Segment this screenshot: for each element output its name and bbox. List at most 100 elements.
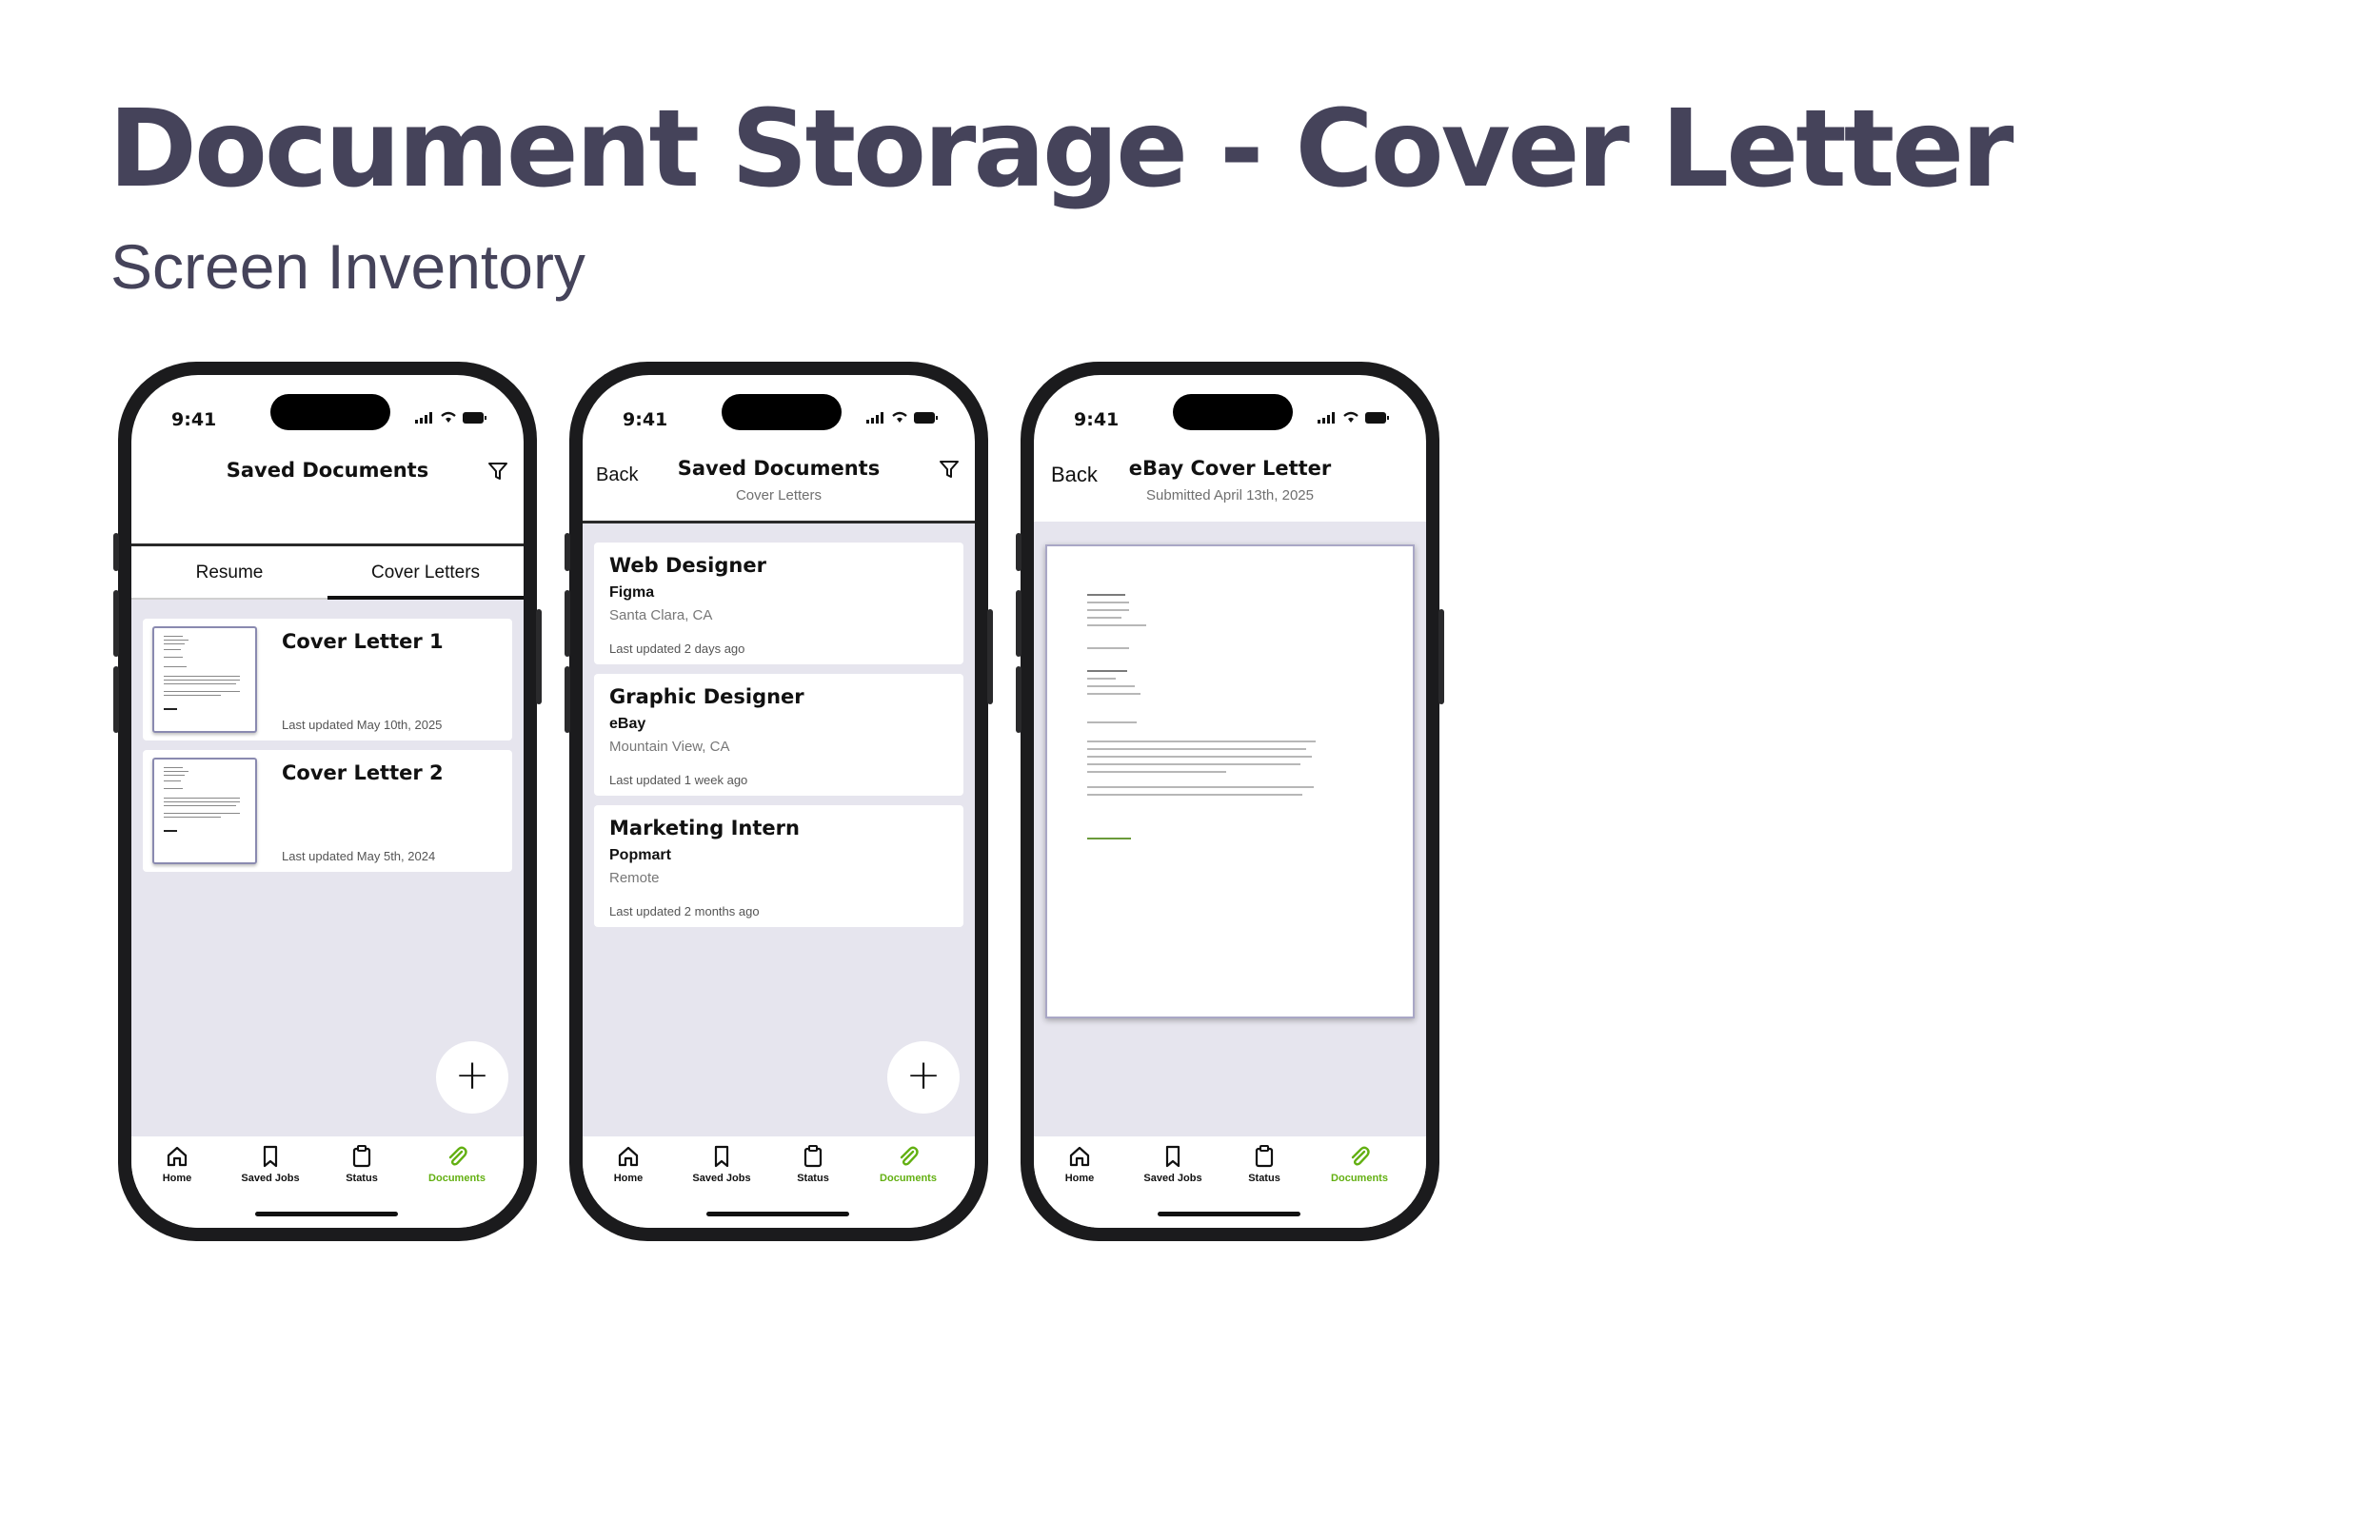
battery-icon (463, 411, 486, 424)
tabbar-home[interactable]: Home (139, 1144, 215, 1184)
filter-icon (488, 463, 507, 480)
cover-letter-list: Web Designer Figma Santa Clara, CA Last … (583, 523, 975, 1136)
card-title: Cover Letter 2 (282, 761, 444, 784)
status-icons (1318, 411, 1390, 424)
screen: 9:41 Back Saved Documents Cover Letters … (583, 375, 975, 1228)
nav-header: Back eBay Cover Letter Submitted April 1… (1034, 442, 1426, 522)
signal-icon (866, 411, 883, 424)
wifi-icon (892, 411, 907, 423)
job-company: Popmart (609, 847, 671, 863)
tabbar-label: Documents (1331, 1173, 1388, 1184)
status-icons (415, 411, 487, 424)
card-updated: Last updated 2 days ago (609, 642, 745, 656)
status-icons (866, 411, 939, 424)
clipboard-icon (352, 1145, 371, 1168)
letter-signature (1087, 838, 1131, 839)
document-card[interactable]: Cover Letter 1 Last updated May 10th, 20… (143, 619, 512, 740)
letter-salutation (1087, 721, 1137, 723)
job-location: Santa Clara, CA (609, 607, 713, 623)
wifi-icon (1343, 411, 1359, 423)
card-title: Cover Letter 1 (282, 630, 444, 653)
tabbar-label: Home (613, 1173, 644, 1184)
tabbar-documents[interactable]: Documents (870, 1144, 946, 1184)
card-updated: Last updated 2 months ago (609, 904, 760, 918)
phone-saved-documents: 9:41 Saved Documents Resume Cover Letter… (113, 362, 542, 1241)
job-location: Remote (609, 870, 660, 886)
paperclip-icon (448, 1146, 467, 1166)
tabbar-saved-jobs[interactable]: Saved Jobs (232, 1144, 308, 1184)
phone-cover-letter-detail: 9:41 Back eBay Cover Letter Submitted Ap… (1016, 362, 1444, 1241)
screen: 9:41 Back eBay Cover Letter Submitted Ap… (1034, 375, 1426, 1228)
tabbar-saved-jobs[interactable]: Saved Jobs (1135, 1144, 1211, 1184)
document-thumbnail (152, 626, 257, 733)
home-icon (1069, 1146, 1090, 1167)
job-card[interactable]: Marketing Intern Popmart Remote Last upd… (594, 805, 963, 927)
tabbar-label: Status (346, 1173, 378, 1184)
card-updated: Last updated 1 week ago (609, 773, 748, 787)
add-document-button[interactable]: + (887, 1041, 960, 1114)
nav-title: Saved Documents (226, 459, 429, 482)
tabbar-saved-jobs[interactable]: Saved Jobs (684, 1144, 760, 1184)
dynamic-island (722, 394, 842, 430)
tabbar-home[interactable]: Home (1041, 1144, 1118, 1184)
tabbar-label: Saved Jobs (692, 1173, 751, 1184)
job-title: Marketing Intern (609, 817, 800, 839)
home-indicator (1158, 1212, 1300, 1216)
letter-sender (1087, 594, 1125, 596)
document-card[interactable]: Cover Letter 2 Last updated May 5th, 202… (143, 750, 512, 872)
tabbar-label: Documents (428, 1173, 486, 1184)
tabbar-documents[interactable]: Documents (419, 1144, 495, 1184)
tabbar-label: Status (1248, 1173, 1280, 1184)
signal-icon (1318, 411, 1335, 424)
dynamic-island (270, 394, 390, 430)
job-card[interactable]: Web Designer Figma Santa Clara, CA Last … (594, 543, 963, 664)
card-updated: Last updated May 10th, 2025 (282, 718, 443, 732)
status-time: 9:41 (623, 409, 668, 430)
tab-cover-letters[interactable]: Cover Letters (327, 546, 524, 600)
home-icon (618, 1146, 639, 1167)
wifi-icon (441, 411, 456, 423)
tabbar-label: Saved Jobs (1143, 1173, 1202, 1184)
tabbar-label: Status (797, 1173, 829, 1184)
tabbar-status[interactable]: Status (324, 1144, 400, 1184)
filter-button[interactable] (939, 459, 960, 484)
paperclip-icon (900, 1146, 919, 1166)
home-indicator (255, 1212, 398, 1216)
tab-resume[interactable]: Resume (131, 546, 327, 600)
tabbar-status[interactable]: Status (1226, 1144, 1302, 1184)
document-thumbnail (152, 758, 257, 864)
tabbar-label: Home (162, 1173, 192, 1184)
battery-icon (914, 411, 938, 424)
tabbar-status[interactable]: Status (775, 1144, 851, 1184)
letter-preview-area (1034, 522, 1426, 1136)
tabbar-documents[interactable]: Documents (1321, 1144, 1398, 1184)
tab-bar: Home Saved Jobs Status Documents (583, 1136, 975, 1228)
add-document-button[interactable]: + (436, 1041, 508, 1114)
tabbar-label: Home (1064, 1173, 1095, 1184)
bookmark-icon (714, 1145, 729, 1168)
status-time: 9:41 (171, 409, 217, 430)
nav-subtitle: Cover Letters (735, 487, 823, 503)
nav-title: Saved Documents (677, 457, 881, 480)
clipboard-icon (803, 1145, 823, 1168)
document-list: Resume Cover Letters Cover Letter 1 Last… (131, 546, 524, 1136)
letter-body (1087, 740, 1316, 742)
cover-letter-document[interactable] (1045, 544, 1415, 1018)
tab-bar: Home Saved Jobs Status Documents (1034, 1136, 1426, 1228)
home-icon (167, 1146, 188, 1167)
nav-header: Back Saved Documents Cover Letters (583, 442, 975, 523)
bookmark-icon (1165, 1145, 1180, 1168)
nav-subtitle: Submitted April 13th, 2025 (1146, 487, 1314, 503)
segmented-tabs: Resume Cover Letters (131, 546, 524, 600)
tabbar-home[interactable]: Home (590, 1144, 666, 1184)
letter-recipient (1087, 670, 1127, 672)
card-updated: Last updated May 5th, 2024 (282, 849, 436, 863)
job-card[interactable]: Graphic Designer eBay Mountain View, CA … (594, 674, 963, 796)
signal-icon (415, 411, 432, 424)
nav-header: Saved Documents (131, 442, 524, 546)
job-company: Figma (609, 584, 655, 601)
job-location: Mountain View, CA (609, 739, 730, 755)
tab-bar: Home Saved Jobs Status Documents (131, 1136, 524, 1228)
job-company: eBay (609, 716, 646, 732)
filter-button[interactable] (487, 461, 508, 485)
